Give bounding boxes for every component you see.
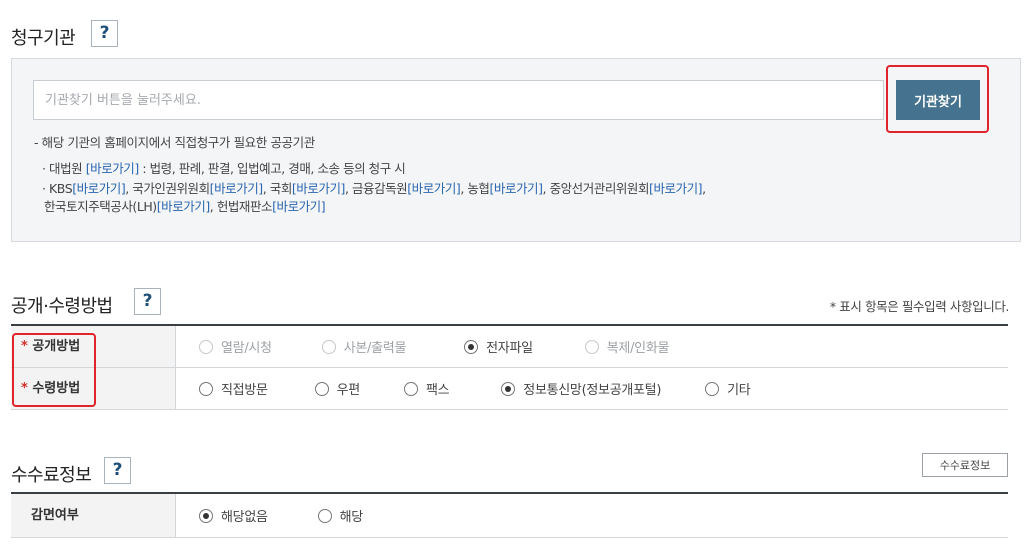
reduction-row: 감면여부 해당없음 해당	[11, 494, 1008, 538]
radio-icon	[199, 381, 213, 396]
agency-line-3: 한국토지주택공사(LH)[바로가기], 헌법재판소[바로가기]	[44, 199, 326, 214]
fee-section-title: 수수료정보	[11, 465, 92, 486]
receipt-option-visit[interactable]: 직접방문	[187, 379, 268, 398]
method-labels-highlight	[12, 333, 96, 407]
reduction-label: 감면여부	[11, 494, 176, 537]
radio-selected-icon	[464, 339, 479, 354]
radio-selected-icon	[501, 381, 516, 396]
reduction-option-applicable[interactable]: 해당	[306, 506, 363, 525]
disclosure-method-row: * 공개방법 열람/시청 사본/출력물 전자파일 복제/인화물	[11, 326, 1008, 368]
supreme-court-link[interactable]: [바로가기]	[86, 161, 140, 176]
agency-line-supreme-court: · 대법원 [바로가기] : 법령, 판례, 판결, 입법예고, 경매, 소송 …	[42, 161, 406, 176]
radio-icon	[314, 381, 329, 396]
financial-supervisory-link[interactable]: [바로가기]	[407, 181, 461, 196]
agency-search-input[interactable]	[33, 80, 884, 120]
method-table: * 공개방법 열람/시청 사본/출력물 전자파일 복제/인화물 * 수령방법 직…	[11, 324, 1008, 410]
disclosure-option-efile[interactable]: 전자파일	[452, 337, 533, 356]
fee-table: 감면여부 해당없음 해당	[11, 492, 1008, 538]
receipt-option-mail[interactable]: 우편	[303, 379, 360, 398]
election-commission-link[interactable]: [바로가기]	[649, 181, 703, 196]
agency-section-title: 청구기관	[11, 28, 76, 49]
direct-request-note: - 해당 기관의 홈페이지에서 직접청구가 필요한 공공기관	[34, 135, 315, 150]
lh-link[interactable]: [바로가기]	[157, 199, 211, 214]
radio-icon	[199, 339, 213, 354]
method-section-title: 공개·수령방법	[11, 296, 113, 317]
receipt-method-row: * 수령방법 직접방문 우편 팩스 정보통신망(정보공개포털) 기타	[11, 368, 1008, 410]
receipt-option-fax[interactable]: 팩스	[392, 379, 450, 398]
receipt-option-portal[interactable]: 정보통신망(정보공개포털)	[489, 379, 661, 398]
agency-search-box: 기관찾기 - 해당 기관의 홈페이지에서 직접청구가 필요한 공공기관 · 대법…	[11, 58, 1021, 242]
fee-help-icon[interactable]: ?	[104, 457, 131, 484]
agency-line-2: · KBS[바로가기], 국가인권위원회[바로가기], 국회[바로가기], 금융…	[42, 181, 706, 196]
radio-icon	[317, 508, 332, 523]
disclosure-option-duplicate[interactable]: 복제/인화물	[573, 337, 669, 356]
agency-help-icon[interactable]: ?	[91, 20, 118, 47]
radio-selected-icon	[199, 508, 213, 523]
radio-icon	[403, 381, 418, 396]
radio-icon	[705, 381, 720, 396]
method-help-icon[interactable]: ?	[134, 288, 161, 315]
nonghyup-link[interactable]: [바로가기]	[489, 181, 543, 196]
human-rights-commission-link[interactable]: [바로가기]	[210, 181, 264, 196]
radio-icon	[321, 339, 336, 354]
required-fields-note: * 표시 항목은 필수입력 사항입니다.	[829, 299, 1010, 314]
constitutional-court-link[interactable]: [바로가기]	[272, 199, 326, 214]
disclosure-option-view[interactable]: 열람/시청	[187, 337, 272, 356]
kbs-link[interactable]: [바로가기]	[72, 181, 126, 196]
find-agency-button[interactable]: 기관찾기	[896, 80, 980, 120]
fee-info-button[interactable]: 수수료정보	[922, 453, 1008, 477]
disclosure-option-copy[interactable]: 사본/출력물	[310, 337, 406, 356]
national-assembly-link[interactable]: [바로가기]	[292, 181, 346, 196]
reduction-options: 해당없음 해당	[187, 494, 393, 537]
radio-icon	[584, 339, 599, 354]
receipt-option-other[interactable]: 기타	[693, 379, 751, 398]
disclosure-options: 열람/시청 사본/출력물 전자파일 복제/인화물	[187, 326, 699, 367]
reduction-option-none[interactable]: 해당없음	[187, 506, 268, 525]
receipt-options: 직접방문 우편 팩스 정보통신망(정보공개포털) 기타	[187, 368, 780, 409]
